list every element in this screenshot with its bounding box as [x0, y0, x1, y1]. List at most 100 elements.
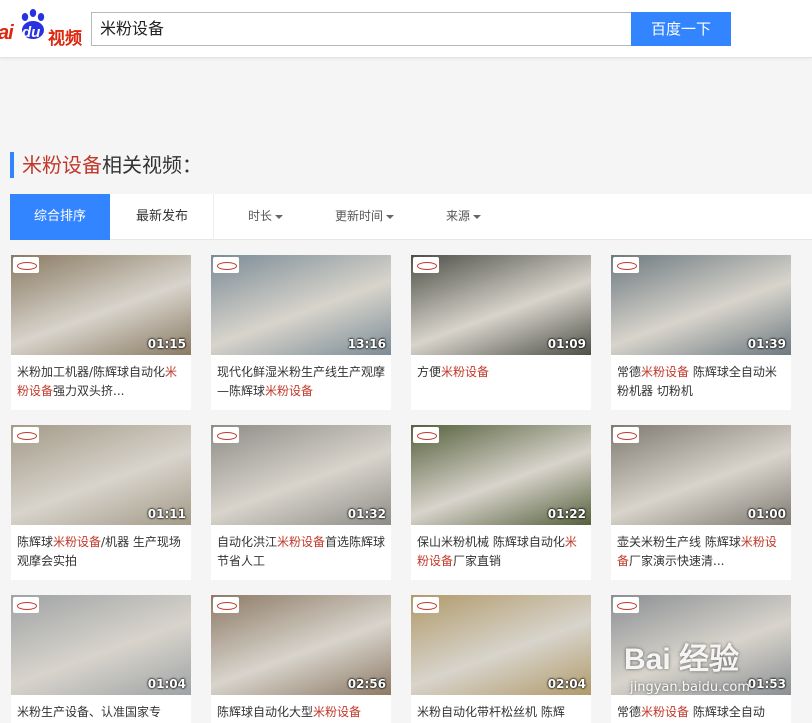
video-thumbnail[interactable]: 13:16 — [211, 255, 391, 355]
video-card[interactable]: 02:56 陈辉球自动化大型米粉设备 — [211, 595, 391, 723]
video-title-text: 陈辉球全自动 — [689, 705, 765, 719]
video-thumbnail[interactable]: 01:11 — [11, 425, 191, 525]
filter-bar: 综合排序 最新发布 时长 更新时间 来源 — [10, 194, 812, 240]
caret-down-icon — [386, 214, 395, 219]
caret-down-icon — [473, 214, 482, 219]
channel-logo-icon — [13, 597, 39, 613]
video-title-keyword: 米粉设备 — [277, 535, 326, 549]
video-title-text: 常德 — [617, 705, 642, 719]
channel-logo-icon — [413, 427, 439, 443]
watermark-main: Bai 经验 — [624, 643, 740, 676]
video-title-text: 厂家直销 — [453, 554, 502, 568]
video-duration: 01:22 — [547, 507, 586, 521]
video-card[interactable]: 01:22 保山米粉机械 陈辉球自动化米粉设备厂家直销 — [411, 425, 591, 580]
video-title-keyword: 米粉设备 — [265, 384, 314, 398]
video-title[interactable]: 常德米粉设备 陈辉球全自动米粉机器 切粉机 — [617, 363, 787, 401]
video-title[interactable]: 壶关米粉生产线 陈辉球米粉设备厂家演示快速清... — [617, 533, 787, 571]
video-title[interactable]: 米粉生产设备、认准国家专 — [17, 703, 187, 722]
video-duration: 13:16 — [347, 337, 386, 351]
video-title[interactable]: 常德米粉设备 陈辉球全自动 — [617, 703, 787, 722]
section-title-rest: 相关视频： — [102, 153, 202, 177]
video-thumbnail[interactable]: 01:00 — [611, 425, 791, 525]
video-title[interactable]: 陈辉球自动化大型米粉设备 — [217, 703, 387, 722]
dropdown-update-time[interactable]: 更新时间 — [335, 194, 395, 240]
dropdown-duration-label: 时长 — [248, 209, 273, 223]
video-card[interactable]: 02:04 米粉自动化带杆松丝机 陈辉 — [411, 595, 591, 723]
tab-comprehensive-sort[interactable]: 综合排序 — [10, 194, 110, 240]
video-title[interactable]: 陈辉球米粉设备/机器 生产现场观摩会实拍 — [17, 533, 187, 571]
baidu-video-logo[interactable]: ai du 视频 — [0, 6, 86, 50]
search-input[interactable]: 米粉设备 — [91, 12, 632, 46]
watermark-url: jingyan.baidu.com — [630, 680, 750, 695]
channel-logo-icon — [613, 257, 639, 273]
section-title-keyword: 米粉设备 — [22, 153, 102, 177]
video-thumbnail[interactable]: 01:32 — [211, 425, 391, 525]
video-title[interactable]: 现代化鲜湿米粉生产线生产观摩—陈辉球米粉设备 — [217, 363, 387, 401]
video-thumbnail[interactable]: 01:22 — [411, 425, 591, 525]
video-duration: 01:32 — [347, 507, 386, 521]
video-thumbnail[interactable]: 02:04 — [411, 595, 591, 695]
logo-text-video: 视频 — [48, 29, 82, 49]
channel-logo-icon — [13, 257, 39, 273]
video-title-text: 壶关米粉生产线 陈辉球 — [617, 535, 741, 549]
video-title-text: 保山米粉机械 陈辉球自动化 — [417, 535, 565, 549]
video-thumbnail[interactable]: 01:15 — [11, 255, 191, 355]
section-title: 米粉设备相关视频： — [10, 152, 202, 178]
caret-down-icon — [275, 214, 284, 219]
video-thumbnail[interactable]: 01:39 — [611, 255, 791, 355]
video-title-keyword: 米粉设备 — [441, 365, 490, 379]
logo-text-du: du — [22, 24, 41, 41]
video-card[interactable]: 01:39 常德米粉设备 陈辉球全自动米粉机器 切粉机 — [611, 255, 791, 410]
baidu-jingyan-watermark: Bai 经验 jingyan.baidu.com — [624, 634, 804, 704]
video-title-keyword: 米粉设备 — [53, 535, 102, 549]
video-card[interactable]: 13:16 现代化鲜湿米粉生产线生产观摩—陈辉球米粉设备 — [211, 255, 391, 410]
video-title-text: 米粉自动化带杆松丝机 陈辉 — [417, 705, 565, 719]
video-duration: 01:04 — [147, 677, 186, 691]
top-header: ai du 视频 米粉设备 百度一下 — [0, 0, 812, 58]
channel-logo-icon — [613, 427, 639, 443]
tab-latest[interactable]: 最新发布 — [112, 194, 212, 240]
search-button[interactable]: 百度一下 — [631, 12, 731, 46]
video-title-text: 米粉生产设备、认准国家专 — [17, 705, 162, 719]
dropdown-duration[interactable]: 时长 — [248, 194, 284, 240]
dropdown-source-label: 来源 — [446, 209, 471, 223]
channel-logo-icon — [613, 597, 639, 613]
video-card[interactable]: 01:09 方便米粉设备 — [411, 255, 591, 410]
video-title-text: 陈辉球自动化大型 — [217, 705, 314, 719]
video-card[interactable]: 01:11 陈辉球米粉设备/机器 生产现场观摩会实拍 — [11, 425, 191, 580]
video-duration: 02:56 — [347, 677, 386, 691]
video-title[interactable]: 保山米粉机械 陈辉球自动化米粉设备厂家直销 — [417, 533, 587, 571]
dropdown-source[interactable]: 来源 — [446, 194, 482, 240]
video-title-text: 厂家演示快速清... — [629, 554, 725, 568]
video-title-text: 方便 — [417, 365, 442, 379]
video-title[interactable]: 米粉加工机器/陈辉球自动化米粉设备强力双头挤... — [17, 363, 187, 401]
video-card[interactable]: 01:32 自动化洪江米粉设备首选陈辉球节省人工 — [211, 425, 391, 580]
video-card[interactable]: 01:00 壶关米粉生产线 陈辉球米粉设备厂家演示快速清... — [611, 425, 791, 580]
divider — [213, 194, 214, 240]
channel-logo-icon — [213, 427, 239, 443]
video-title-keyword: 米粉设备 — [641, 365, 690, 379]
video-thumbnail[interactable]: 01:04 — [11, 595, 191, 695]
video-thumbnail[interactable]: 02:56 — [211, 595, 391, 695]
video-duration: 01:11 — [147, 507, 186, 521]
video-duration: 01:00 — [747, 507, 786, 521]
video-title[interactable]: 自动化洪江米粉设备首选陈辉球节省人工 — [217, 533, 387, 571]
video-title-keyword: 米粉设备 — [313, 705, 362, 719]
video-title-text: 自动化洪江 — [217, 535, 278, 549]
channel-logo-icon — [213, 597, 239, 613]
video-card[interactable]: 01:15 米粉加工机器/陈辉球自动化米粉设备强力双头挤... — [11, 255, 191, 410]
video-duration: 02:04 — [547, 677, 586, 691]
video-card[interactable]: 01:04 米粉生产设备、认准国家专 — [11, 595, 191, 723]
channel-logo-icon — [413, 257, 439, 273]
video-title-text: 常德 — [617, 365, 642, 379]
video-title[interactable]: 方便米粉设备 — [417, 363, 587, 382]
dropdown-update-time-label: 更新时间 — [335, 209, 384, 223]
logo-text-bai: ai — [0, 22, 14, 44]
channel-logo-icon — [13, 427, 39, 443]
video-title-text: 强力双头挤... — [53, 384, 125, 398]
channel-logo-icon — [213, 257, 239, 273]
video-title-text: 米粉加工机器/陈辉球自动化 — [17, 365, 166, 379]
video-title[interactable]: 米粉自动化带杆松丝机 陈辉 — [417, 703, 587, 722]
video-title-keyword: 米粉设备 — [641, 705, 690, 719]
video-thumbnail[interactable]: 01:09 — [411, 255, 591, 355]
